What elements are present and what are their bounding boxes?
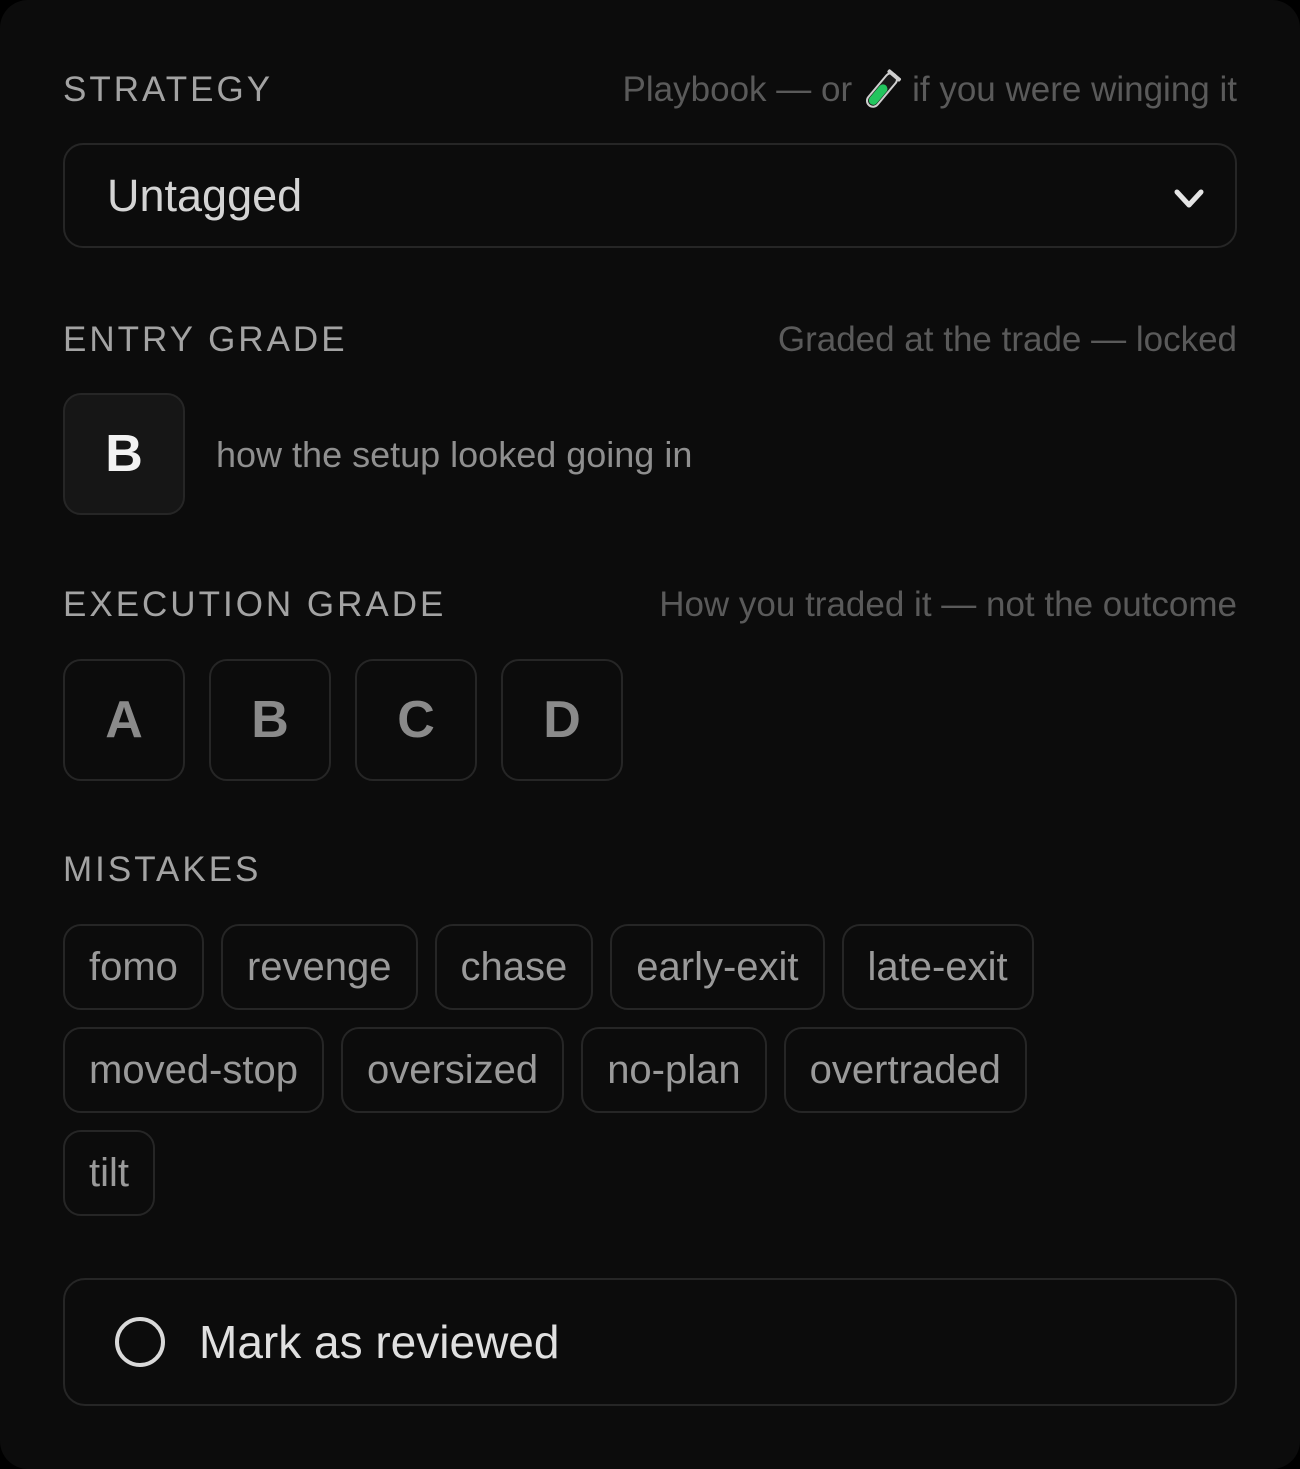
- mistake-tag-oversized[interactable]: oversized: [340, 1027, 565, 1113]
- strategy-hint: Playbook — or if you were winging it: [623, 68, 1237, 112]
- mistake-tag-fomo[interactable]: fomo: [63, 924, 204, 1010]
- mark-reviewed-button[interactable]: Mark as reviewed: [63, 1278, 1237, 1406]
- mistake-tag-late-exit[interactable]: late-exit: [841, 924, 1034, 1010]
- strategy-hint-after: if you were winging it: [912, 70, 1237, 109]
- execution-grade-label: EXECUTION GRADE: [63, 585, 447, 624]
- strategy-hint-before: Playbook — or: [622, 70, 853, 109]
- mistake-tag-overtraded[interactable]: overtraded: [783, 1027, 1027, 1113]
- entry-grade-badge: B: [63, 393, 185, 515]
- execution-grade-hint: How you traded it — not the outcome: [659, 585, 1237, 624]
- test-tube-icon: [866, 69, 902, 108]
- execution-grade-d-button[interactable]: D: [501, 659, 623, 781]
- mistake-tag-tilt[interactable]: tilt: [63, 1130, 155, 1216]
- entry-grade-hint: Graded at the trade — locked: [777, 320, 1237, 359]
- mistake-tags: fomo revenge chase early-exit late-exit …: [63, 924, 1237, 1233]
- execution-grade-header: EXECUTION GRADE How you traded it — not …: [63, 585, 1237, 625]
- execution-grade-c-button[interactable]: C: [355, 659, 477, 781]
- entry-grade-label: ENTRY GRADE: [63, 320, 348, 359]
- mistake-tag-no-plan[interactable]: no-plan: [581, 1027, 767, 1113]
- chevron-down-icon: [1174, 189, 1204, 208]
- trade-review-panel: STRATEGY Playbook — or if you were wingi…: [0, 0, 1300, 1469]
- entry-grade-header: ENTRY GRADE Graded at the trade — locked: [63, 320, 1237, 360]
- execution-grade-b-button[interactable]: B: [209, 659, 331, 781]
- mark-reviewed-label: Mark as reviewed: [199, 1316, 560, 1368]
- mistake-tag-revenge[interactable]: revenge: [220, 924, 418, 1010]
- strategy-header: STRATEGY Playbook — or if you were wingi…: [63, 68, 1237, 112]
- entry-grade-note: how the setup looked going in: [216, 434, 693, 475]
- radio-circle-icon: [115, 1317, 165, 1367]
- strategy-select[interactable]: Untagged: [63, 143, 1237, 248]
- mistakes-header: MISTAKES: [63, 850, 1237, 890]
- mistake-tags-row-2: moved-stop oversized no-plan overtraded: [63, 1027, 1237, 1113]
- execution-grade-a-button[interactable]: A: [63, 659, 185, 781]
- mistakes-label: MISTAKES: [63, 850, 262, 889]
- mistake-tags-row-1: fomo revenge chase early-exit late-exit: [63, 924, 1237, 1010]
- strategy-label: STRATEGY: [63, 70, 274, 109]
- strategy-select-value: Untagged: [107, 169, 303, 221]
- mistake-tag-chase[interactable]: chase: [434, 924, 594, 1010]
- mistake-tag-early-exit[interactable]: early-exit: [610, 924, 825, 1010]
- mistake-tags-row-3: tilt: [63, 1130, 1237, 1216]
- mistake-tag-moved-stop[interactable]: moved-stop: [63, 1027, 324, 1113]
